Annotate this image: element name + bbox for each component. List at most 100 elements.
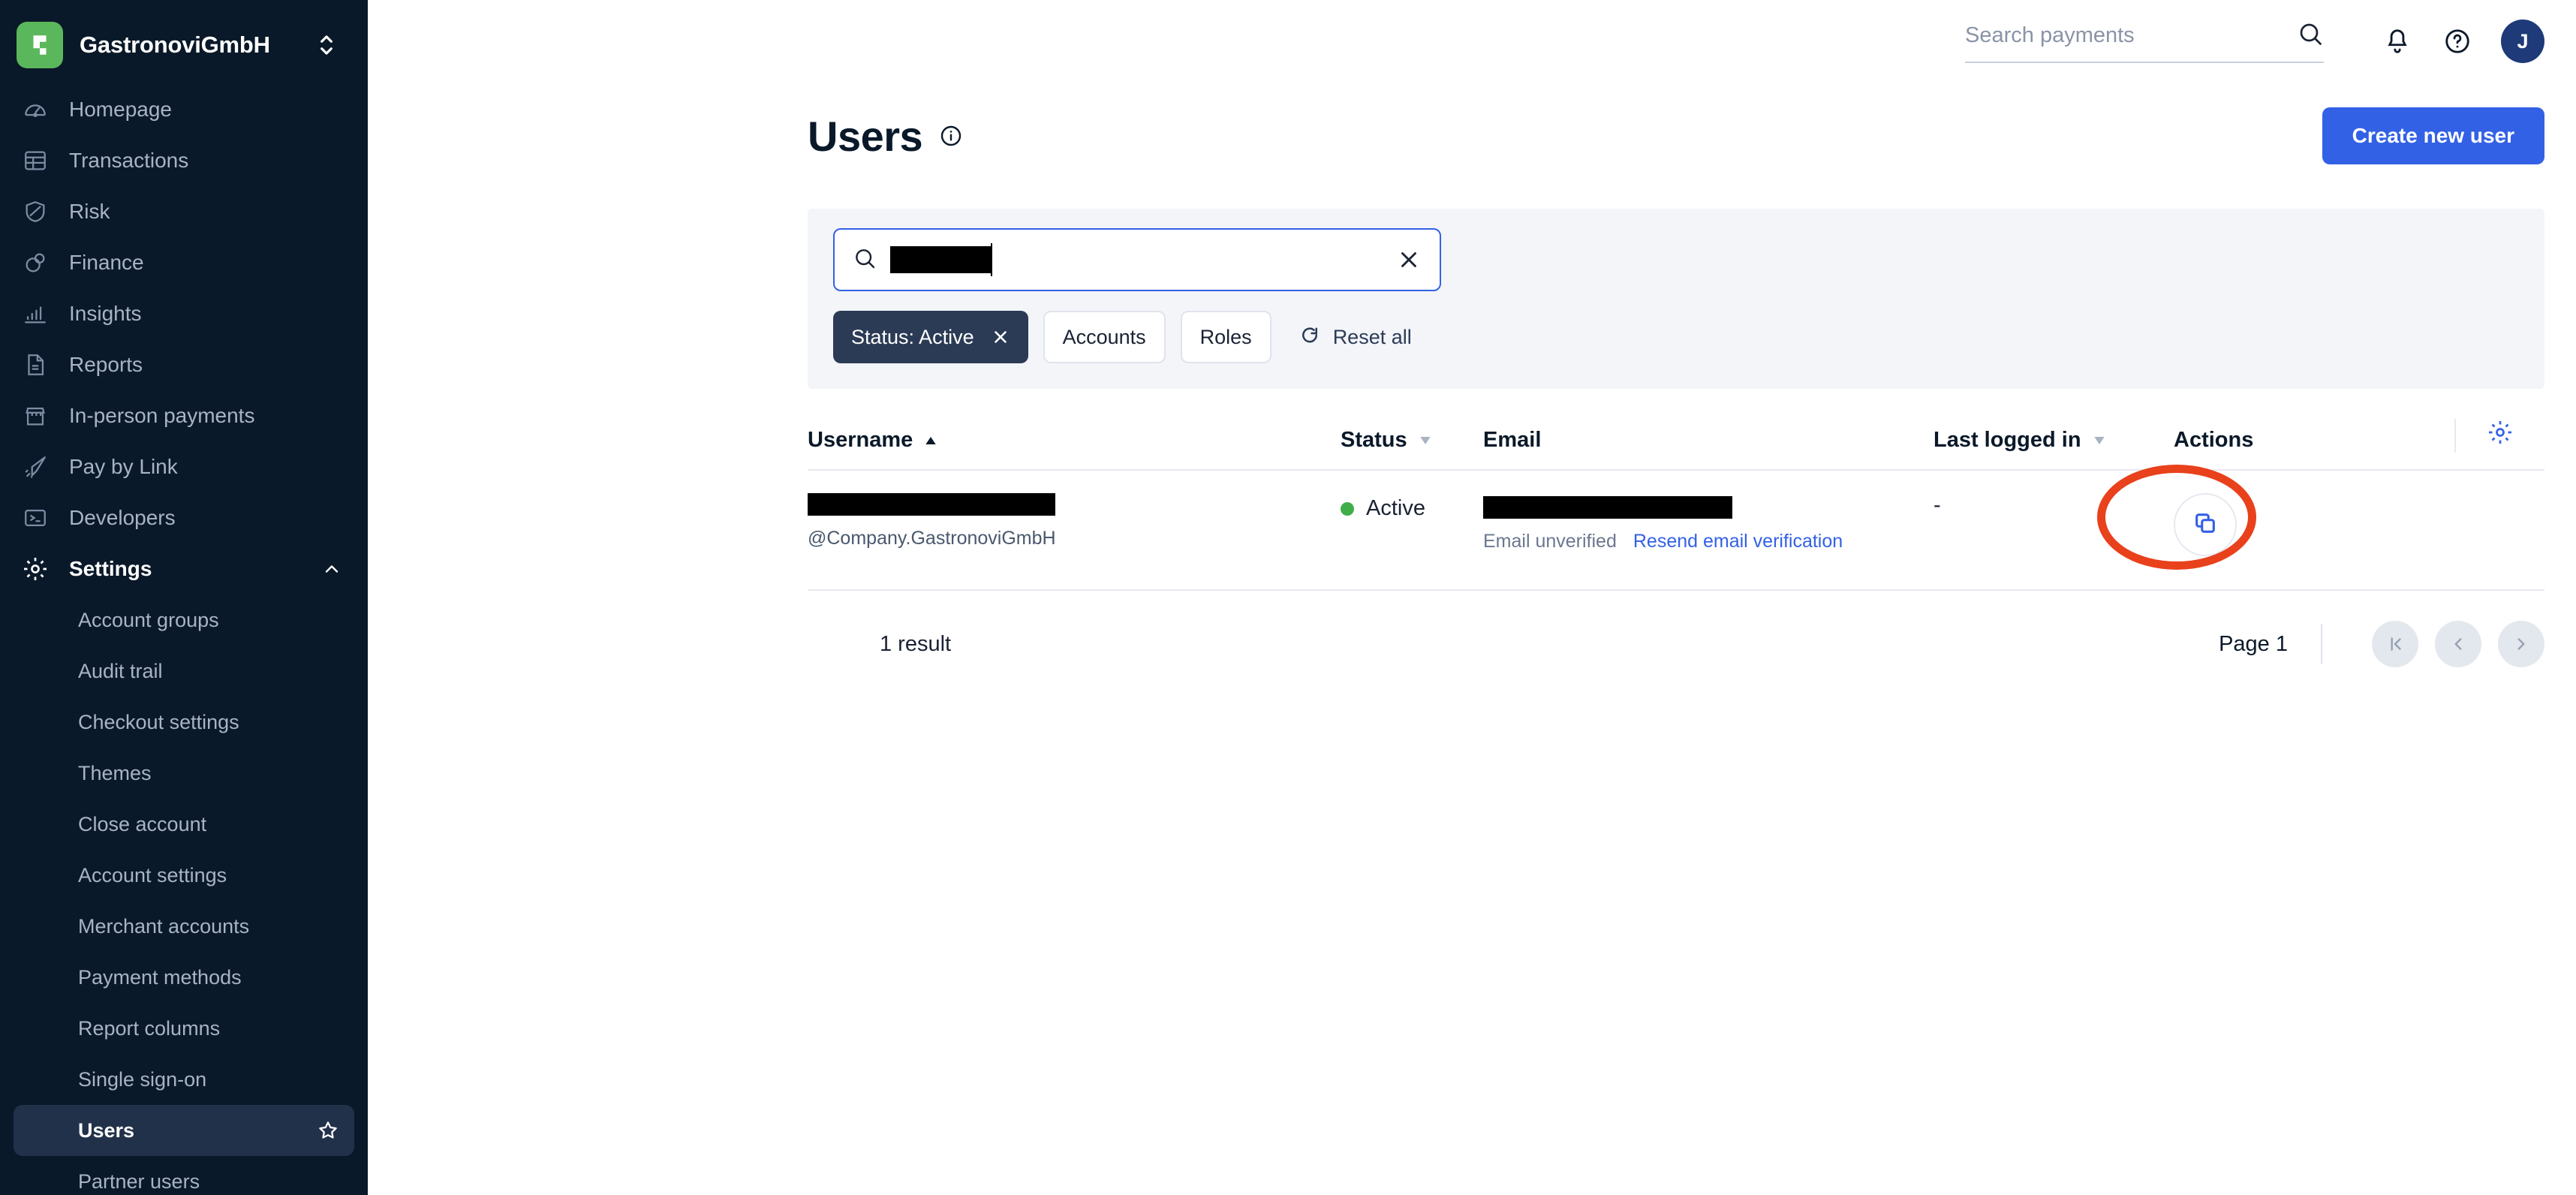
filter-chip-roles[interactable]: Roles <box>1180 311 1271 363</box>
username-redacted <box>808 493 1055 516</box>
close-icon[interactable] <box>1396 247 1422 272</box>
search-icon <box>853 246 877 274</box>
sidebar-item-label: Risk <box>69 200 110 223</box>
adyen-logo-icon <box>17 22 63 68</box>
filter-panel: Status: Active Accounts Roles Reset all <box>808 209 2544 389</box>
filter-chip-accounts[interactable]: Accounts <box>1043 311 1166 363</box>
column-header-email[interactable]: Email <box>1483 428 1934 453</box>
email-unverified-label: Email unverified <box>1483 531 1617 552</box>
subnav-item-label: Merchant accounts <box>78 914 250 938</box>
column-header-last-logged-in[interactable]: Last logged in <box>1934 428 2174 453</box>
info-circle-icon[interactable] <box>939 124 963 148</box>
sidebar-item-partner-users[interactable]: Partner users <box>14 1156 354 1195</box>
gear-icon <box>2487 419 2514 450</box>
sidebar-item-transactions[interactable]: Transactions <box>0 135 368 186</box>
sidebar-item-finance[interactable]: Finance <box>0 237 368 288</box>
status-dot-icon <box>1341 501 1354 516</box>
row-spacer <box>2454 493 2544 564</box>
chevron-up-icon[interactable] <box>321 558 342 579</box>
sidebar-item-checkout-settings[interactable]: Checkout settings <box>14 697 354 748</box>
copy-icon <box>2192 510 2218 540</box>
text-caret <box>991 243 992 276</box>
sidebar-item-homepage[interactable]: Homepage <box>0 84 368 135</box>
sidebar-item-close-account[interactable]: Close account <box>14 799 354 850</box>
column-header-label: Actions <box>2174 428 2254 452</box>
status-badge: Active <box>1341 493 1483 521</box>
sidebar-item-account-settings[interactable]: Account settings <box>14 850 354 901</box>
search-value-redacted <box>890 246 991 273</box>
subnav-item-label: Account settings <box>78 863 227 886</box>
sidebar: GastronoviGmbH Homepage Transactions Ris… <box>0 0 368 1195</box>
sidebar-item-payment-methods[interactable]: Payment methods <box>14 952 354 1003</box>
sidebar-item-users[interactable]: Users <box>14 1105 354 1156</box>
terminal-icon <box>21 504 50 532</box>
top-bar: J <box>368 0 2576 83</box>
sidebar-item-themes[interactable]: Themes <box>14 748 354 799</box>
caret-down-icon <box>2092 433 2107 448</box>
sidebar-item-label: Transactions <box>69 149 189 172</box>
reset-all-label: Reset all <box>1332 325 1412 348</box>
cell-status: Active <box>1341 493 1483 521</box>
subnav-item-label: Audit trail <box>78 659 163 682</box>
column-header-label: Email <box>1483 428 1542 452</box>
main-content: J Users Create new user St <box>368 0 2576 1195</box>
email-verification-row: Email unverified Resend email verificati… <box>1483 531 1934 552</box>
subnav-item-label: Account groups <box>78 608 219 631</box>
sidebar-item-merchant-accounts[interactable]: Merchant accounts <box>14 901 354 952</box>
column-header-label: Last logged in <box>1934 428 2081 452</box>
cell-last-logged-in: - <box>1934 493 2174 518</box>
column-header-status[interactable]: Status <box>1341 428 1483 453</box>
table-settings-button[interactable] <box>2454 419 2544 453</box>
star-outline-icon[interactable] <box>317 1119 339 1142</box>
first-page-button[interactable] <box>2372 621 2418 667</box>
table-footer: 1 result Page 1 <box>808 621 2544 667</box>
users-table: Username Status Email Last logged in Act… <box>808 419 2544 591</box>
sidebar-item-reports[interactable]: Reports <box>0 339 368 390</box>
brand-switcher[interactable]: GastronoviGmbH <box>0 14 368 77</box>
help-circle-icon[interactable] <box>2435 19 2480 64</box>
bell-icon[interactable] <box>2375 19 2420 64</box>
subnav-item-label: Users <box>78 1118 135 1142</box>
table-header-row: Username Status Email Last logged in Act… <box>808 419 2544 471</box>
sidebar-item-audit-trail[interactable]: Audit trail <box>14 646 354 697</box>
sidebar-item-in-person-payments[interactable]: In-person payments <box>0 390 368 441</box>
filter-chip-label: Roles <box>1199 325 1252 348</box>
sidebar-item-insights[interactable]: Insights <box>0 288 368 339</box>
close-icon[interactable] <box>991 327 1010 347</box>
sidebar-item-pay-by-link[interactable]: Pay by Link <box>0 441 368 492</box>
primary-nav: Homepage Transactions Risk Finance Insig… <box>0 84 368 1195</box>
sidebar-item-settings[interactable]: Settings <box>0 543 368 594</box>
cell-actions <box>2174 493 2454 556</box>
sidebar-item-developers[interactable]: Developers <box>0 492 368 543</box>
table-row[interactable]: @Company.GastronoviGmbH Active Email unv… <box>808 465 2544 591</box>
divider <box>2321 624 2322 664</box>
page-label: Page 1 <box>2219 631 2288 656</box>
search-input[interactable] <box>1965 23 2297 48</box>
sidebar-item-label: Pay by Link <box>69 455 178 478</box>
settings-subnav: Account groups Audit trail Checkout sett… <box>0 594 368 1195</box>
chevron-updown-icon[interactable] <box>317 31 336 59</box>
create-new-user-button[interactable]: Create new user <box>2322 107 2544 164</box>
reset-all-button[interactable]: Reset all <box>1299 326 1412 349</box>
subnav-item-label: Close account <box>78 812 207 835</box>
sidebar-item-risk[interactable]: Risk <box>0 186 368 237</box>
filter-chip-label: Accounts <box>1062 325 1146 348</box>
sidebar-item-account-groups[interactable]: Account groups <box>14 594 354 646</box>
page-header: Users Create new user <box>368 83 2576 173</box>
prev-page-button[interactable] <box>2435 621 2481 667</box>
cell-email: Email unverified Resend email verificati… <box>1483 493 1934 552</box>
search-icon[interactable] <box>2297 20 2324 51</box>
subnav-item-label: Checkout settings <box>78 710 239 733</box>
filter-chip-status[interactable]: Status: Active <box>833 311 1028 363</box>
table-icon <box>21 146 50 175</box>
sidebar-item-report-columns[interactable]: Report columns <box>14 1003 354 1054</box>
column-header-username[interactable]: Username <box>808 428 1341 453</box>
global-search[interactable] <box>1965 20 2324 63</box>
next-page-button[interactable] <box>2498 621 2544 667</box>
filter-chip-label: Status: Active <box>851 325 974 348</box>
sidebar-item-single-sign-on[interactable]: Single sign-on <box>14 1054 354 1105</box>
resend-email-verification-link[interactable]: Resend email verification <box>1633 531 1843 552</box>
user-search-box[interactable] <box>833 228 1441 291</box>
copy-action-button[interactable] <box>2174 493 2237 556</box>
avatar[interactable]: J <box>2501 20 2544 63</box>
